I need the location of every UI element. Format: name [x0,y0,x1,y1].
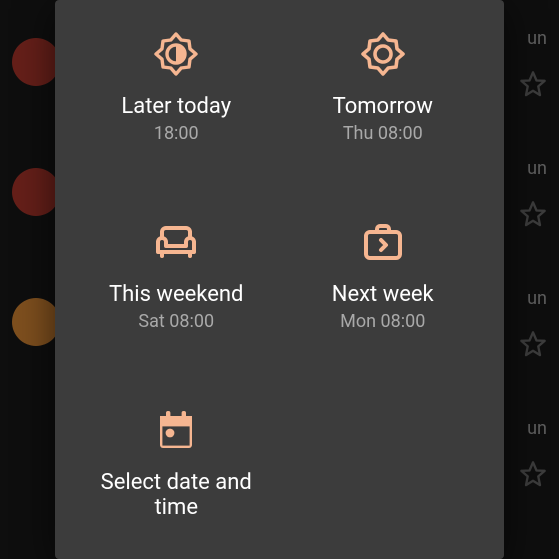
couch-icon [152,218,200,266]
brightness-full-icon [359,30,407,78]
snooze-option-label: Later today [121,94,231,119]
snooze-option-time: Thu 08:00 [343,123,423,145]
snooze-option-this-weekend[interactable]: This weekend Sat 08:00 [73,212,280,333]
snooze-option-label: Select date and time [91,470,261,521]
briefcase-next-icon [359,218,407,266]
snooze-dialog: Later today 18:00 Tomorrow Thu 08:00 Thi… [55,0,504,559]
snooze-option-time: Mon 08:00 [340,311,425,333]
calendar-select-icon [152,406,200,454]
snooze-option-tomorrow[interactable]: Tomorrow Thu 08:00 [280,24,487,145]
snooze-option-later-today[interactable]: Later today 18:00 [73,24,280,145]
brightness-half-icon [152,30,200,78]
snooze-option-label: Next week [332,282,434,307]
snooze-option-label: Tomorrow [333,94,433,119]
snooze-option-time: Sat 08:00 [138,311,214,333]
snooze-option-time: 18:00 [154,123,199,145]
snooze-option-label: This weekend [109,282,243,307]
snooze-option-next-week[interactable]: Next week Mon 08:00 [280,212,487,333]
snooze-option-custom-datetime[interactable]: Select date and time [73,400,280,525]
